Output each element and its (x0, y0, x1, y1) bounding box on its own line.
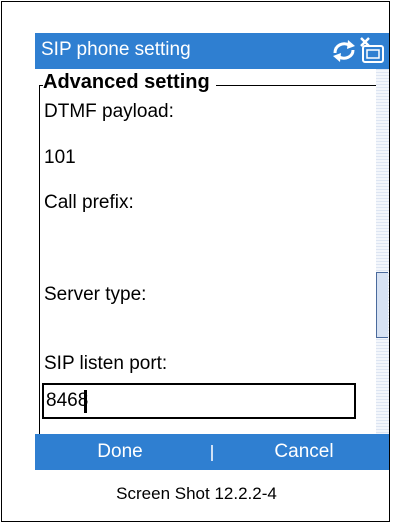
group-legend: Advanced setting (43, 71, 216, 94)
dtmf-payload-label: DTMF payload: (44, 101, 174, 122)
scrollbar[interactable] (376, 69, 389, 434)
scrollbar-track (376, 69, 389, 434)
phone-screen: SIP phone setting Advanced setting DTMF … (35, 33, 389, 470)
status-icons (331, 36, 387, 66)
server-type-label: Server type: (44, 284, 147, 305)
scrollbar-thumb[interactable] (376, 272, 388, 338)
sip-listen-port-label: SIP listen port: (44, 353, 168, 374)
figure-caption: Screen Shot 12.2.2-4 (116, 484, 277, 503)
sip-listen-port-input[interactable]: 8468 (42, 383, 356, 419)
window-title: SIP phone setting (41, 39, 191, 60)
done-button[interactable]: Done (35, 441, 205, 463)
title-bar: SIP phone setting (35, 33, 389, 69)
phone-off-icon (360, 37, 384, 63)
cancel-button[interactable]: Cancel (219, 441, 389, 463)
call-prefix-label: Call prefix: (44, 192, 134, 213)
sync-icon (333, 40, 355, 62)
sip-listen-port-value: 8468 (46, 390, 89, 411)
text-caret (84, 390, 87, 413)
settings-content: Advanced setting DTMF payload: 101 Call … (35, 69, 384, 470)
softkey-separator (211, 445, 213, 461)
dtmf-payload-value[interactable]: 101 (44, 147, 76, 169)
softkey-bar: Done Cancel (35, 434, 389, 470)
